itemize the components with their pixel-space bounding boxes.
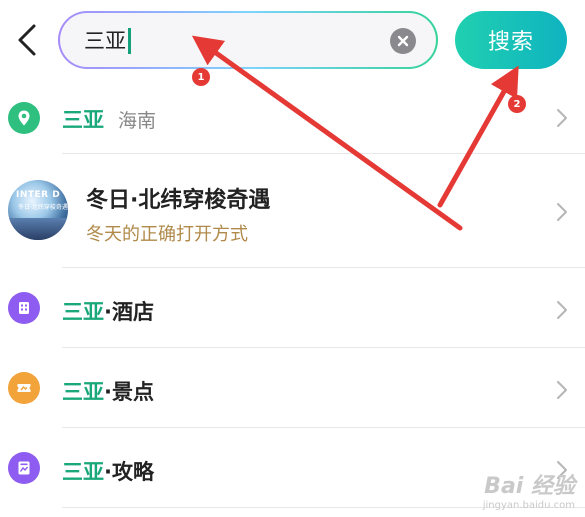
- place-suggestion-row[interactable]: 三亚 海南: [0, 82, 585, 154]
- chevron-right-icon: [555, 106, 569, 130]
- hotel-category: ·酒店: [104, 300, 154, 324]
- search-button[interactable]: 搜索: [455, 11, 567, 69]
- hotel-label: 三亚 ·酒店: [62, 296, 154, 326]
- hotel-building-icon: [8, 292, 40, 324]
- promo-thumbnail-title: INTER D: [16, 190, 61, 200]
- search-input[interactable]: 三亚: [58, 11, 438, 69]
- location-pin-icon: [8, 102, 40, 134]
- place-label: 三亚 海南: [62, 104, 156, 134]
- search-query-text: 三亚: [84, 29, 126, 53]
- annotation-badge-1: 1: [192, 68, 210, 86]
- chevron-right-icon: [555, 200, 569, 224]
- watermark: Bai 经验 jingyan.baidu.com: [483, 468, 575, 511]
- guide-book-icon: [8, 452, 40, 484]
- chevron-right-icon: [555, 378, 569, 402]
- place-highlight: 三亚: [62, 108, 104, 132]
- clear-x-icon: [397, 35, 409, 47]
- search-header: 三亚 搜索: [0, 0, 585, 82]
- back-button[interactable]: [10, 18, 46, 62]
- search-input-value[interactable]: 三亚: [84, 27, 131, 55]
- scenic-suggestion-row[interactable]: 三亚 ·景点: [0, 348, 585, 428]
- hotel-suggestion-row[interactable]: 三亚 ·酒店: [0, 268, 585, 348]
- guide-highlight: 三亚: [62, 460, 104, 484]
- promo-thumbnail: INTER D 冬日·北纬穿梭奇遇: [8, 180, 68, 240]
- ticket-icon: [8, 372, 40, 404]
- promo-thumbnail-subtitle: 冬日·北纬穿梭奇遇: [18, 204, 68, 211]
- watermark-logo-text: Bai 经验: [484, 474, 575, 499]
- guide-label: 三亚 ·攻略: [62, 456, 154, 486]
- chevron-right-icon: [555, 298, 569, 322]
- clear-button[interactable]: [390, 28, 416, 54]
- place-region: 海南: [118, 110, 157, 132]
- scenic-label: 三亚 ·景点: [62, 376, 154, 406]
- scenic-category: ·景点: [104, 380, 154, 404]
- promo-thumbnail-scene: [8, 218, 68, 240]
- annotation-badge-2: 2: [508, 95, 526, 113]
- hotel-highlight: 三亚: [62, 300, 104, 324]
- watermark-url: jingyan.baidu.com: [482, 500, 575, 511]
- guide-category: ·攻略: [104, 460, 154, 484]
- promo-title: 冬日·北纬穿梭奇遇: [86, 188, 271, 213]
- chevron-left-icon: [18, 24, 36, 56]
- promo-subtitle: 冬天的正确打开方式: [86, 224, 248, 245]
- text-caret: [128, 28, 131, 54]
- scenic-highlight: 三亚: [62, 380, 104, 404]
